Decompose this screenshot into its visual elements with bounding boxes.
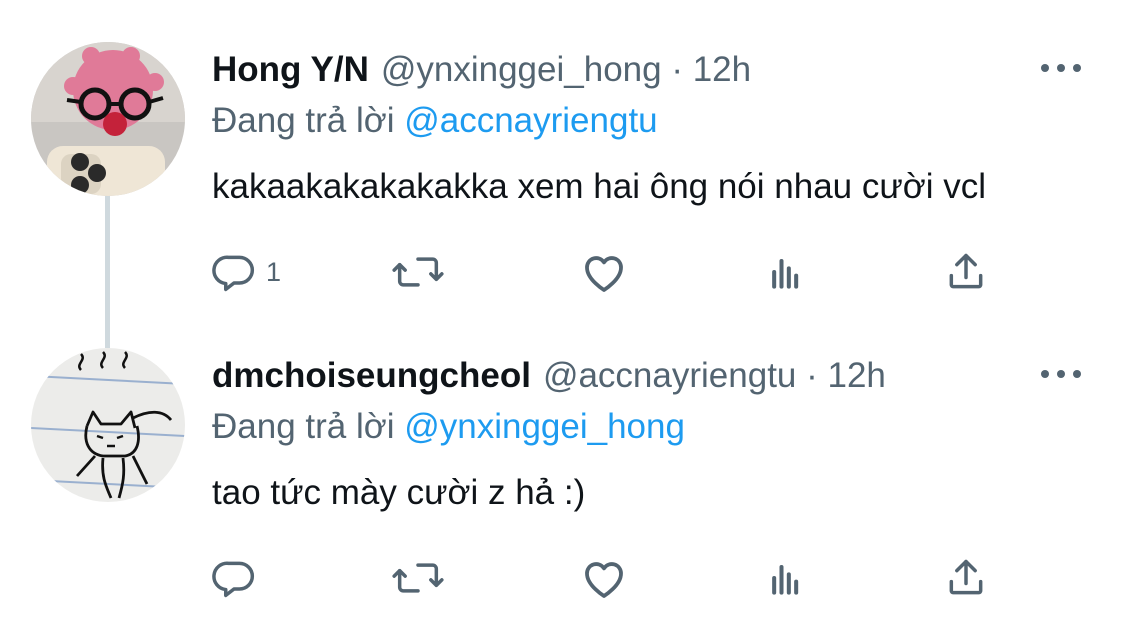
reply-icon — [212, 255, 255, 292]
conversation-thread: Hong Y/N @ynxinggei_hong · 12h Đang trả … — [0, 0, 1125, 625]
reply-mention-link[interactable]: @accnayriengtu — [404, 101, 657, 140]
avatar[interactable] — [31, 348, 185, 502]
analytics-button[interactable] — [765, 248, 809, 296]
analytics-icon — [772, 564, 799, 595]
analytics-icon — [772, 258, 799, 289]
share-button[interactable] — [944, 554, 988, 602]
reply-count: 1 — [266, 256, 282, 287]
reply-mention-link[interactable]: @ynxinggei_hong — [404, 407, 685, 446]
reply-button[interactable] — [212, 554, 266, 602]
retweet-button[interactable] — [392, 554, 444, 602]
reply-button[interactable]: 1 — [212, 248, 281, 296]
reply-icon — [212, 561, 255, 598]
avatar[interactable] — [31, 42, 185, 196]
tweet[interactable]: dmchoiseungcheol @accnayriengtu · 12h Đa… — [0, 306, 1125, 625]
tweet-actions: 1 — [212, 248, 1002, 296]
more-icon[interactable] — [1041, 56, 1081, 80]
replying-to-label: Đang trả lời — [212, 101, 395, 140]
replying-to-label: Đang trả lời — [212, 407, 395, 446]
more-icon[interactable] — [1041, 362, 1081, 386]
replying-to: Đang trả lời @ynxinggei_hong — [212, 405, 685, 449]
handle-and-time[interactable]: @accnayriengtu · 12h — [543, 354, 886, 398]
handle-and-time[interactable]: @ynxinggei_hong · 12h — [381, 48, 751, 92]
tweet-text: tao tức mày cười z hả :) — [212, 473, 586, 512]
share-icon — [949, 559, 983, 595]
heart-icon — [585, 562, 623, 598]
like-button[interactable] — [580, 248, 628, 296]
tweet[interactable]: Hong Y/N @ynxinggei_hong · 12h Đang trả … — [0, 0, 1125, 320]
tweet-header: dmchoiseungcheol @accnayriengtu · 12h — [212, 354, 886, 398]
share-button[interactable] — [944, 248, 988, 296]
share-icon — [949, 253, 983, 289]
heart-icon — [585, 256, 623, 292]
tweet-actions — [212, 554, 1002, 602]
like-button[interactable] — [580, 554, 628, 602]
retweet-button[interactable] — [392, 248, 444, 296]
retweet-icon — [392, 563, 444, 593]
display-name[interactable]: Hong Y/N — [212, 48, 369, 92]
tweet-header: Hong Y/N @ynxinggei_hong · 12h — [212, 48, 751, 92]
display-name[interactable]: dmchoiseungcheol — [212, 354, 531, 398]
retweet-icon — [392, 257, 444, 287]
tweet-text: kakaakakakakakka xem hai ông nói nhau cư… — [212, 167, 987, 206]
analytics-button[interactable] — [765, 554, 809, 602]
replying-to: Đang trả lời @accnayriengtu — [212, 99, 658, 143]
